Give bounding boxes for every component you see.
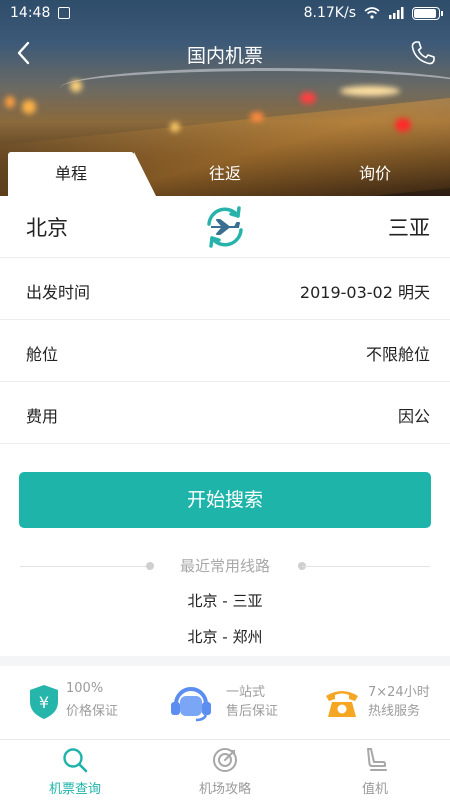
nav-flight-search[interactable]: 机票查询	[0, 746, 150, 797]
nav-bar: 国内机票	[0, 32, 450, 76]
tab-one-way[interactable]: 单程	[8, 152, 156, 196]
nav-flight-search-label: 机票查询	[48, 782, 101, 797]
cabin-class-value: 不限舱位	[365, 345, 430, 364]
service-guarantees: ¥ 100% 价格保证 一站式 售后保证 7×24小时 热线服务	[0, 666, 450, 739]
signal-icon	[389, 7, 404, 19]
guarantee-hotline-line1: 7×24小时	[368, 685, 430, 700]
cabin-class-label: 舱位	[26, 345, 59, 364]
guarantee-aftersales-line1: 一站式	[226, 685, 266, 700]
divider-right	[302, 566, 430, 567]
telephone-icon	[326, 691, 358, 717]
status-bar: 14:48 8.17K/s	[0, 0, 450, 26]
expense-type-value: 因公	[397, 407, 430, 426]
headset-icon	[171, 687, 211, 722]
tab-round-trip[interactable]: 往返	[150, 152, 300, 196]
nav-check-in-label: 值机	[361, 782, 388, 797]
guarantee-price-line2: 价格保证	[66, 704, 119, 719]
phone-icon[interactable]	[408, 38, 438, 68]
nav-check-in[interactable]: 值机	[300, 746, 450, 797]
departure-date-value: 2019-03-02 明天	[299, 283, 430, 302]
recent-route-item[interactable]: 北京 - 三亚	[0, 590, 450, 611]
tab-inquiry[interactable]: 询价	[300, 152, 450, 196]
svg-text:¥: ¥	[39, 693, 49, 712]
notification-icon	[58, 7, 71, 19]
search-icon	[63, 748, 88, 773]
departure-date-row[interactable]: 出发时间 2019-03-02 明天	[0, 258, 450, 320]
battery-icon	[412, 6, 443, 20]
cabin-class-row[interactable]: 舱位 不限舱位	[0, 320, 450, 382]
target-icon	[213, 748, 237, 772]
start-search-button[interactable]: 开始搜索	[19, 472, 431, 528]
page-title: 国内机票	[186, 45, 263, 67]
guarantee-hotline-line2: 热线服务	[368, 704, 421, 719]
wifi-icon	[364, 7, 380, 19]
nav-airport-guide[interactable]: 机场攻略	[150, 746, 300, 797]
guarantee-aftersales-line2: 售后保证	[226, 704, 279, 719]
expense-type-row[interactable]: 费用 因公	[0, 382, 450, 444]
arrival-city[interactable]: 三亚	[388, 212, 430, 242]
bottom-navigation: 机票查询 机场攻略 值机	[0, 739, 450, 800]
booking-form: 北京 三亚 出发时间 2019-03-02 明天 舱位 不限舱位 费用 因公 开…	[0, 196, 450, 656]
status-time: 14:48	[10, 5, 51, 21]
shield-yen-icon: ¥	[30, 685, 58, 719]
route-row: 北京 三亚	[0, 196, 450, 258]
departure-city[interactable]: 北京	[26, 212, 68, 242]
guarantee-price-line1: 100%	[66, 681, 104, 696]
network-speed: 8.17K/s	[303, 5, 356, 21]
departure-date-label: 出发时间	[26, 283, 91, 302]
swap-cities-icon[interactable]	[202, 204, 248, 250]
seat-icon	[367, 748, 387, 771]
expense-type-label: 费用	[26, 407, 59, 426]
trip-type-tabs: 单程 往返 询价	[0, 152, 450, 196]
nav-airport-guide-label: 机场攻略	[198, 782, 251, 797]
recent-routes-header: 最近常用线路	[20, 554, 430, 578]
recent-route-item[interactable]: 北京 - 郑州	[0, 626, 450, 647]
